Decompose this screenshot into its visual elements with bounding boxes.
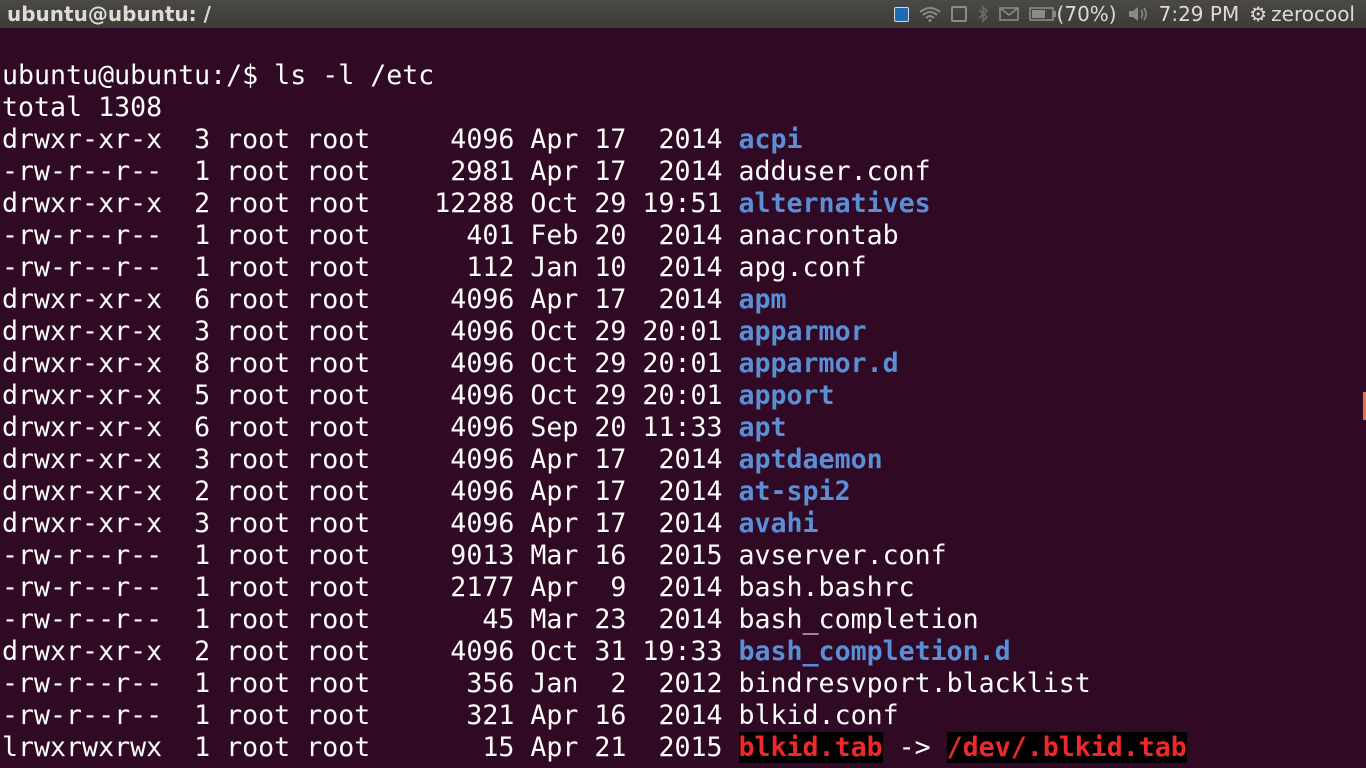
file-attributes: drwxr-xr-x 2 root root 4096 Oct 31 19:33 [2,636,739,667]
listing-row: drwxr-xr-x 3 root root 4096 Oct 29 20:01… [0,316,1366,348]
listing-row: -rw-r--r-- 1 root root 45 Mar 23 2014 ba… [0,604,1366,636]
listing-row: drwxr-xr-x 3 root root 4096 Apr 17 2014 … [0,444,1366,476]
battery-indicator[interactable]: (70%) [1028,0,1117,28]
listing-row: drwxr-xr-x 2 root root 4096 Apr 17 2014 … [0,476,1366,508]
clock[interactable]: 7:29 PM [1159,0,1240,28]
clock-time: 7:29 PM [1158,2,1240,26]
directory-name: apport [738,380,835,411]
file-attributes: lrwxrwxrwx 1 root root 15 Apr 21 2015 [2,732,739,763]
symlink-arrow: -> [882,732,947,763]
terminal-output[interactable]: ubuntu@ubuntu:/$ ls -l /etc total 1308 d… [0,28,1366,768]
directory-name: apparmor [738,316,867,347]
wifi-icon[interactable] [918,0,941,28]
directory-name: apm [738,284,787,315]
file-name: bindresvport.blacklist [738,668,1091,699]
user-name: zerocool [1271,2,1355,26]
file-name: avserver.conf [738,540,947,571]
file-attributes: drwxr-xr-x 3 root root 4096 Oct 29 20:01 [2,316,739,347]
file-attributes: drwxr-xr-x 3 root root 4096 Apr 17 2014 [2,508,739,539]
directory-name: at-spi2 [738,476,851,507]
symlink-name: blkid.tab [738,732,883,763]
battery-percentage: (70%) [1056,2,1117,26]
command-line: ubuntu@ubuntu:/$ ls -l /etc [2,60,435,91]
file-attributes: drwxr-xr-x 5 root root 4096 Oct 29 20:01 [2,380,739,411]
listing-row: -rw-r--r-- 1 root root 321 Apr 16 2014 b… [0,700,1366,732]
gear-icon: ⚙ [1249,2,1268,26]
volume-icon[interactable] [1127,0,1149,28]
listing-row: -rw-r--r-- 1 root root 2981 Apr 17 2014 … [0,156,1366,188]
file-attributes: -rw-r--r-- 1 root root 112 Jan 10 2014 [2,252,739,283]
file-attributes: drwxr-xr-x 3 root root 4096 Apr 17 2014 [2,444,739,475]
listing-row: drwxr-xr-x 8 root root 4096 Oct 29 20:01… [0,348,1366,380]
top-panel: ubuntu@ubuntu: / (70%) 7:29 PM ⚙ zerocoo… [0,0,1366,28]
file-name: blkid.conf [738,700,899,731]
directory-name: apt [738,412,787,443]
window-title: ubuntu@ubuntu: / [7,2,211,26]
directory-name: apparmor.d [738,348,899,379]
listing-row: drwxr-xr-x 2 root root 4096 Oct 31 19:33… [0,636,1366,668]
listing-row: -rw-r--r-- 1 root root 9013 Mar 16 2015 … [0,540,1366,572]
file-name: anacrontab [738,220,899,251]
keyboard-layout-icon[interactable] [950,0,967,28]
file-attributes: -rw-r--r-- 1 root root 2981 Apr 17 2014 [2,156,739,187]
listing-row: drwxr-xr-x 6 root root 4096 Apr 17 2014 … [0,284,1366,316]
total-line: total 1308 [2,92,163,123]
listing-row: drwxr-xr-x 3 root root 4096 Apr 17 2014 … [0,124,1366,156]
symlink-target: /dev/.blkid.tab [946,732,1187,763]
file-name: bash.bashrc [738,572,915,603]
listing-row: drwxr-xr-x 2 root root 12288 Oct 29 19:5… [0,188,1366,220]
file-attributes: drwxr-xr-x 6 root root 4096 Apr 17 2014 [2,284,739,315]
file-attributes: -rw-r--r-- 1 root root 2177 Apr 9 2014 [2,572,739,603]
file-attributes: drwxr-xr-x 2 root root 12288 Oct 29 19:5… [2,188,739,219]
file-attributes: -rw-r--r-- 1 root root 321 Apr 16 2014 [2,700,739,731]
file-attributes: drwxr-xr-x 8 root root 4096 Oct 29 20:01 [2,348,739,379]
battery-icon [1028,7,1056,21]
listing-row: -rw-r--r-- 1 root root 356 Jan 2 2012 bi… [0,668,1366,700]
listing-row: lrwxrwxrwx 1 root root 15 Apr 21 2015 bl… [0,732,1366,764]
directory-name: alternatives [738,188,931,219]
listing-row: -rw-r--r-- 1 root root 401 Feb 20 2014 a… [0,220,1366,252]
file-attributes: drwxr-xr-x 6 root root 4096 Sep 20 11:33 [2,412,739,443]
directory-name: bash_completion.d [738,636,1011,667]
file-attributes: drwxr-xr-x 2 root root 4096 Apr 17 2014 [2,476,739,507]
session-menu[interactable]: ⚙ zerocool [1249,0,1355,28]
file-name: apg.conf [738,252,867,283]
directory-name: acpi [738,124,803,155]
file-attributes: -rw-r--r-- 1 root root 401 Feb 20 2014 [2,220,739,251]
listing: drwxr-xr-x 3 root root 4096 Apr 17 2014 … [0,124,1366,764]
bluetooth-icon[interactable] [977,0,989,28]
listing-row: -rw-r--r-- 1 root root 2177 Apr 9 2014 b… [0,572,1366,604]
directory-name: aptdaemon [738,444,883,475]
listing-row: drwxr-xr-x 6 root root 4096 Sep 20 11:33… [0,412,1366,444]
file-attributes: drwxr-xr-x 3 root root 4096 Apr 17 2014 [2,124,739,155]
file-attributes: -rw-r--r-- 1 root root 356 Jan 2 2012 [2,668,739,699]
directory-name: avahi [738,508,819,539]
file-attributes: -rw-r--r-- 1 root root 9013 Mar 16 2015 [2,540,739,571]
file-attributes: -rw-r--r-- 1 root root 45 Mar 23 2014 [2,604,739,635]
mail-icon[interactable] [998,0,1019,28]
indicator-area: (70%) 7:29 PM ⚙ zerocool [889,0,1366,28]
listing-row: -rw-r--r-- 1 root root 112 Jan 10 2014 a… [0,252,1366,284]
teamviewer-icon[interactable] [893,0,909,28]
file-name: bash_completion [738,604,979,635]
listing-row: drwxr-xr-x 5 root root 4096 Oct 29 20:01… [0,380,1366,412]
listing-row: drwxr-xr-x 3 root root 4096 Apr 17 2014 … [0,508,1366,540]
file-name: adduser.conf [738,156,931,187]
